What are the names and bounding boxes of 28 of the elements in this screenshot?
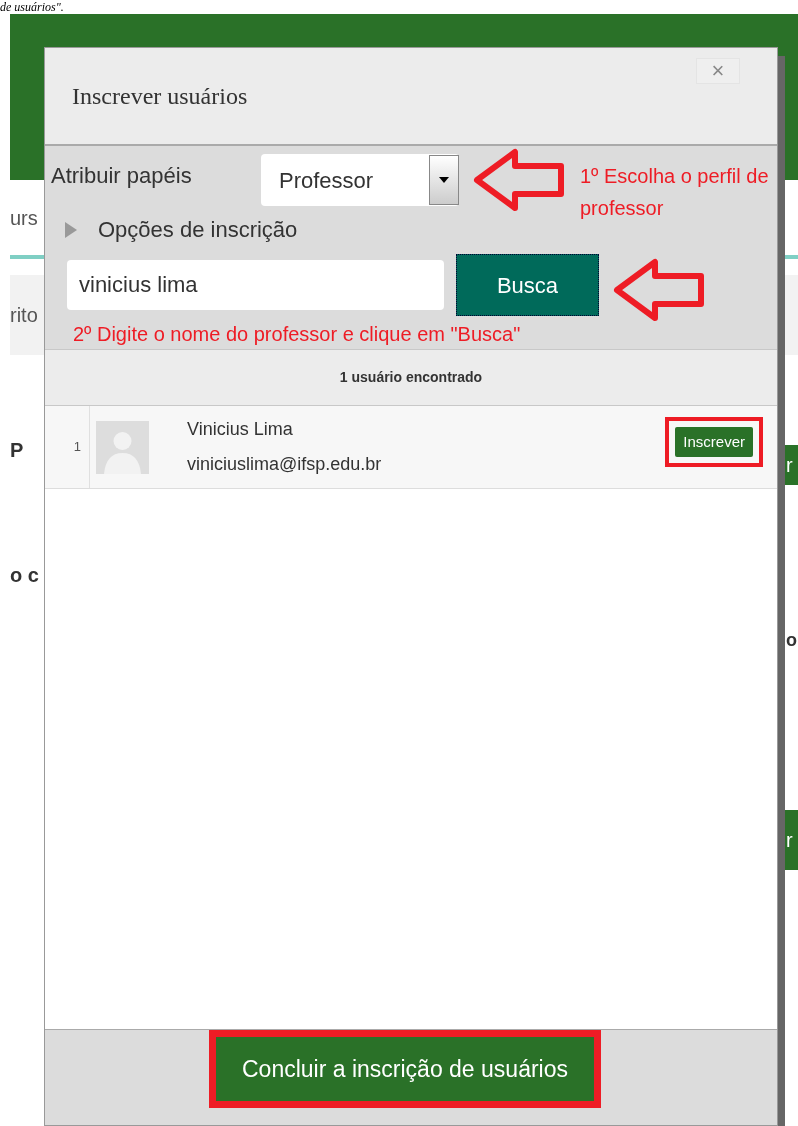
caret-icon: [439, 177, 449, 183]
avatar-icon: [96, 420, 149, 474]
finish-button[interactable]: Concluir a inscrição de usuários: [216, 1037, 594, 1101]
heading-text: o: [785, 628, 797, 652]
close-button[interactable]: ×: [696, 58, 740, 84]
row-number: 1: [72, 438, 82, 457]
results-count: 1 usuário encontrado: [339, 368, 483, 387]
annotation-text: 2º Digite o nome do professor e clique em "Busca": [73, 322, 522, 347]
arrow-icon: [473, 148, 565, 212]
triangle-icon: [65, 221, 77, 238]
user-name: Vinicius Lima: [187, 418, 294, 441]
user-email: viniciuslima@ifsp.edu.br: [187, 453, 382, 476]
search-button[interactable]: Busca: [456, 254, 599, 316]
arrow-icon: [613, 258, 705, 322]
search-field[interactable]: vinicius lima: [67, 260, 444, 310]
enrol-button[interactable]: Inscrever: [675, 427, 753, 457]
dialog-title: Inscrever usuários: [72, 82, 248, 111]
caption-text: de usuários".: [0, 0, 64, 14]
button-fragment[interactable]: r: [785, 445, 798, 485]
row-text: rito: [10, 303, 38, 328]
dropdown-button[interactable]: [429, 155, 459, 205]
role-select[interactable]: Professor: [261, 154, 459, 206]
annotation-text: 1º Escolha o perfil de professor: [580, 164, 770, 221]
row-text: P: [10, 438, 24, 463]
button-fragment[interactable]: r: [785, 810, 798, 870]
heading-text: o c: [10, 563, 39, 588]
tab-label: urs: [10, 205, 38, 231]
role-label: Atribuir papéis: [51, 161, 193, 190]
